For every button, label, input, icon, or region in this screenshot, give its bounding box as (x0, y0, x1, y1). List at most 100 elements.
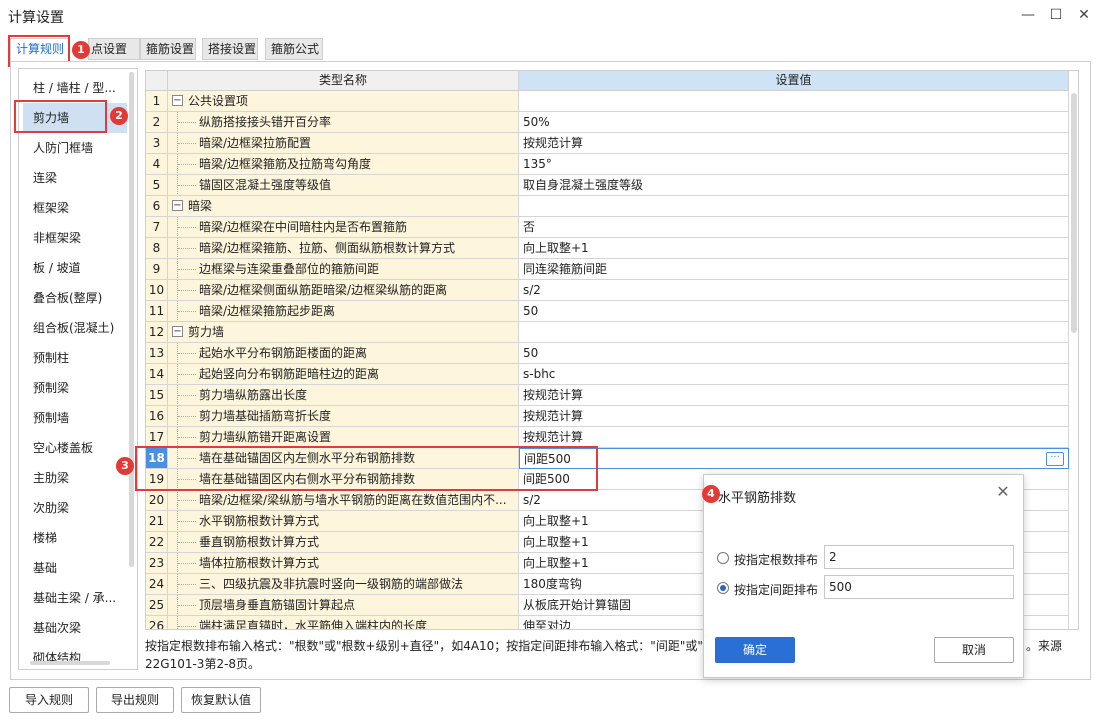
row-type-name: 暗梁/边框梁箍筋及拉筋弯勾角度 (168, 154, 519, 175)
row-setting-value[interactable]: 50 (519, 301, 1069, 322)
table-row[interactable]: 2 纵筋搭接接头错开百分率 50% (146, 112, 1078, 133)
sidebar-item-foundation[interactable]: 基础 (23, 553, 127, 583)
tab-calc-rules[interactable]: 计算规则 (10, 38, 70, 62)
table-row[interactable]: 5 锚固区混凝土强度等级值 取自身混凝土强度等级 (146, 175, 1078, 196)
tree-connector (177, 406, 196, 426)
restore-defaults-button[interactable]: 恢复默认值 (181, 687, 261, 713)
row-setting-value[interactable]: 135° (519, 154, 1069, 175)
count-input[interactable] (824, 545, 1014, 569)
cancel-button[interactable]: 取消 (934, 637, 1014, 663)
table-group-row[interactable]: 1− 公共设置项 (146, 91, 1078, 112)
row-setting-value[interactable] (519, 196, 1069, 217)
table-row[interactable]: 17 剪力墙纵筋错开距离设置 按规范计算 (146, 427, 1078, 448)
row-setting-value[interactable]: 按规范计算 (519, 385, 1069, 406)
sidebar-item-foundation-main-beam[interactable]: 基础主梁 / 承... (23, 583, 127, 613)
tab-stirrup-settings[interactable]: 箍筋设置 (140, 38, 196, 60)
row-type-name-text: 暗梁/边框梁/梁纵筋与墙水平钢筋的距离在数值范围内不... (199, 493, 507, 507)
row-setting-value[interactable]: 按规范计算 (519, 427, 1069, 448)
sidebar-item-frame-beam[interactable]: 框架梁 (23, 193, 127, 223)
table-row[interactable]: 7 暗梁/边框梁在中间暗柱内是否布置箍筋 否 (146, 217, 1078, 238)
table-row[interactable]: 13 起始水平分布钢筋距楼面的距离 50 (146, 343, 1078, 364)
radio-by-count-label[interactable]: 按指定根数排布 (734, 551, 818, 568)
sidebar-item-precast-beam[interactable]: 预制梁 (23, 373, 127, 403)
hint-line-1-tail: 。来源 (1026, 639, 1063, 653)
row-setting-value[interactable]: 向上取整+1 (519, 238, 1069, 259)
sidebar-horizontal-scrollbar[interactable] (30, 661, 110, 665)
table-row[interactable]: 3 暗梁/边框梁拉筋配置 按规范计算 (146, 133, 1078, 154)
row-setting-value[interactable] (519, 322, 1069, 343)
sidebar-item-civil-defense-wall[interactable]: 人防门框墙 (23, 133, 127, 163)
table-row[interactable]: 11 暗梁/边框梁箍筋起步距离 50 (146, 301, 1078, 322)
row-setting-value[interactable]: 间距500 ··· (519, 448, 1069, 469)
sidebar-scrollbar[interactable] (129, 72, 134, 567)
tab-stirrup-formula[interactable]: 箍筋公式 (265, 38, 323, 60)
grid-scrollbar[interactable] (1071, 93, 1077, 333)
row-setting-value[interactable]: 按规范计算 (519, 133, 1069, 154)
collapse-icon[interactable]: − (172, 326, 183, 337)
export-rules-button[interactable]: 导出规则 (96, 687, 174, 713)
sidebar-item-secondary-rib-beam[interactable]: 次肋梁 (23, 493, 127, 523)
sidebar-item-non-frame-beam[interactable]: 非框架梁 (23, 223, 127, 253)
sidebar-item-slab[interactable]: 板 / 坡道 (23, 253, 127, 283)
row-number: 23 (146, 553, 168, 574)
sidebar-item-hollow-slab[interactable]: 空心楼盖板 (23, 433, 127, 463)
table-row[interactable]: 15 剪力墙纵筋露出长度 按规范计算 (146, 385, 1078, 406)
row-setting-value[interactable]: 否 (519, 217, 1069, 238)
row-setting-value[interactable]: 同连梁箍筋间距 (519, 259, 1069, 280)
tree-connector (177, 595, 196, 615)
radio-by-count[interactable] (717, 552, 729, 564)
row-setting-value-text: 向上取整+1 (523, 556, 589, 570)
close-icon[interactable]: ✕ (1072, 4, 1096, 26)
sidebar-item-main-rib-beam[interactable]: 主肋梁 (23, 463, 127, 493)
table-row[interactable]: 16 剪力墙基础插筋弯折长度 按规范计算 (146, 406, 1078, 427)
row-setting-value[interactable]: s-bhc (519, 364, 1069, 385)
sidebar-item-column[interactable]: 柱 / 墙柱 / 型... (23, 73, 127, 103)
tree-connector (177, 133, 196, 153)
sidebar-item-composite-slab[interactable]: 叠合板(整厚) (23, 283, 127, 313)
sidebar-item-precast-wall[interactable]: 预制墙 (23, 403, 127, 433)
dialog-close-icon[interactable]: ✕ (995, 484, 1011, 501)
minimize-icon[interactable]: — (1016, 4, 1040, 26)
sidebar-item-combined-slab[interactable]: 组合板(混凝土) (23, 313, 127, 343)
sidebar-item-foundation-secondary-beam[interactable]: 基础次梁 (23, 613, 127, 643)
row-type-name-text: 墙在基础锚固区内右侧水平分布钢筋排数 (199, 472, 416, 486)
ellipsis-button[interactable]: ··· (1046, 452, 1064, 466)
row-number: 20 (146, 490, 168, 511)
sidebar-item-coupling-beam[interactable]: 连梁 (23, 163, 127, 193)
table-row[interactable]: 8 暗梁/边框梁箍筋、拉筋、侧面纵筋根数计算方式 向上取整+1 (146, 238, 1078, 259)
radio-by-spacing-label[interactable]: 按指定间距排布 (734, 581, 818, 598)
tab-lap-settings[interactable]: 搭接设置 (202, 38, 258, 60)
tab-node-settings[interactable]: 点设置 (88, 38, 140, 60)
row-setting-value-text: 间距500 (523, 472, 570, 486)
row-type-name: 暗梁/边框梁侧面纵筋距暗梁/边框梁纵筋的距离 (168, 280, 519, 301)
row-number: 10 (146, 280, 168, 301)
spacing-input[interactable] (824, 575, 1014, 599)
sidebar-item-precast-column[interactable]: 预制柱 (23, 343, 127, 373)
ok-button[interactable]: 确定 (715, 637, 795, 663)
maximize-icon[interactable]: ☐ (1044, 4, 1068, 26)
horizontal-rebar-rows-dialog: 水平钢筋排数 ✕ 按指定根数排布 按指定间距排布 确定 取消 (703, 474, 1024, 678)
collapse-icon[interactable]: − (172, 95, 183, 106)
row-setting-value[interactable]: 50 (519, 343, 1069, 364)
row-setting-value[interactable]: 50% (519, 112, 1069, 133)
row-setting-value[interactable] (519, 91, 1069, 112)
table-row[interactable]: 10 暗梁/边框梁侧面纵筋距暗梁/边框梁纵筋的距离 s/2 (146, 280, 1078, 301)
row-number: 3 (146, 133, 168, 154)
import-rules-button[interactable]: 导入规则 (9, 687, 89, 713)
row-setting-value-text: 取自身混凝土强度等级 (523, 178, 644, 192)
sidebar-item-stair[interactable]: 楼梯 (23, 523, 127, 553)
table-group-row[interactable]: 6− 暗梁 (146, 196, 1078, 217)
table-row[interactable]: 14 起始竖向分布钢筋距暗柱边的距离 s-bhc (146, 364, 1078, 385)
table-row[interactable]: 18 墙在基础锚固区内左侧水平分布钢筋排数 间距500 ··· (146, 448, 1078, 469)
row-type-name: 水平钢筋根数计算方式 (168, 511, 519, 532)
row-setting-value[interactable]: s/2 (519, 280, 1069, 301)
tree-connector (177, 385, 196, 405)
collapse-icon[interactable]: − (172, 200, 183, 211)
table-group-row[interactable]: 12− 剪力墙 (146, 322, 1078, 343)
row-setting-value-text: 同连梁箍筋间距 (523, 262, 608, 276)
row-setting-value[interactable]: 取自身混凝土强度等级 (519, 175, 1069, 196)
row-setting-value[interactable]: 按规范计算 (519, 406, 1069, 427)
radio-by-spacing[interactable] (717, 582, 729, 594)
table-row[interactable]: 4 暗梁/边框梁箍筋及拉筋弯勾角度 135° (146, 154, 1078, 175)
table-row[interactable]: 9 边框梁与连梁重叠部位的箍筋间距 同连梁箍筋间距 (146, 259, 1078, 280)
